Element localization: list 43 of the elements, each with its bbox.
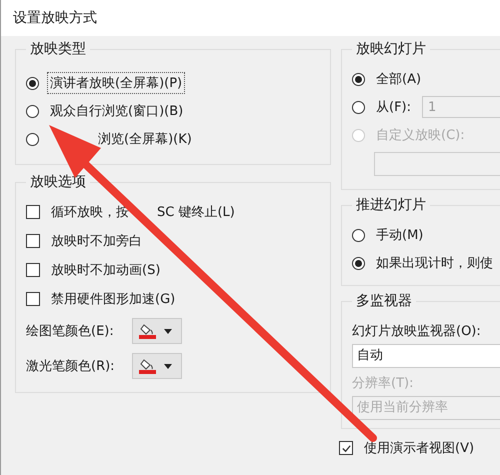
radio-button[interactable] — [352, 100, 365, 114]
checkbox-label: 使用演示者视图(V) — [363, 440, 476, 458]
checkbox-label: SC 键终止(L) — [156, 204, 236, 222]
field-label: 分辨率(T): — [352, 375, 414, 393]
monitor-dropdown[interactable]: 自动 — [352, 344, 500, 368]
radio-label: 手动(M) — [375, 227, 424, 245]
radio-label: 观众自行浏览(窗口)(B) — [49, 103, 184, 121]
checkbox-label: 禁用硬件图形加速(G) — [50, 291, 176, 309]
radio-button[interactable] — [26, 132, 39, 146]
group-title: 放映类型 — [29, 40, 87, 58]
radio-button[interactable] — [26, 104, 39, 118]
color-picker-button[interactable] — [132, 318, 182, 344]
radio-button[interactable] — [26, 76, 39, 90]
dropdown-arrow-icon — [164, 364, 172, 368]
radio-label: 演讲者放映(全屏幕)(P) — [47, 72, 186, 94]
checkbox[interactable] — [26, 234, 40, 248]
checkbox-label: 放映时不加动画(S) — [50, 262, 162, 280]
checkbox[interactable] — [26, 205, 40, 219]
paint-bucket-icon — [138, 322, 158, 340]
group-title: 多监视器 — [355, 292, 413, 310]
window-title: 设置放映方式 — [13, 9, 97, 27]
radio-label: 浏览(全屏幕)(K) — [97, 131, 193, 149]
radio-label: 从(F): — [375, 99, 412, 117]
radio-button[interactable] — [352, 228, 365, 242]
radio-label: 如果出现计时，则使 — [375, 255, 494, 273]
group-title: 推进幻灯片 — [355, 196, 427, 214]
radio-button[interactable] — [352, 256, 365, 270]
checkbox[interactable] — [26, 263, 40, 277]
paint-bucket-icon — [138, 357, 158, 375]
group-title: 放映选项 — [29, 173, 87, 191]
checkbox[interactable] — [339, 441, 353, 455]
radio-label: 自定义放映(C): — [375, 127, 466, 145]
checkbox-label: 放映时不加旁白 — [50, 233, 143, 251]
field-label: 幻灯片放映监视器(O): — [352, 323, 482, 341]
checkbox[interactable] — [26, 292, 40, 306]
pen-color-label: 激光笔颜色(R): — [26, 358, 116, 375]
dropdown-arrow-icon — [164, 328, 172, 334]
radio-button[interactable] — [352, 72, 365, 86]
radio-label: 全部(A) — [375, 71, 422, 89]
pen-color-label: 绘图笔颜色(E): — [26, 323, 115, 340]
group-title: 放映幻灯片 — [355, 40, 427, 58]
color-picker-button[interactable] — [132, 353, 182, 379]
slide-number-field[interactable]: 1 — [422, 96, 500, 118]
